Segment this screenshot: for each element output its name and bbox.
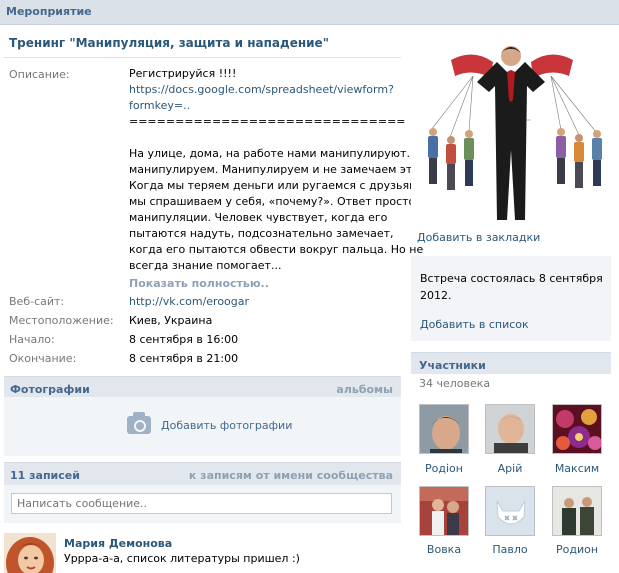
photos-title[interactable]: Фотографии [10, 383, 90, 396]
location-label: Местоположение: [9, 314, 114, 327]
description-line: Регистрируйся !!!! [129, 67, 237, 80]
location-value: Киев, Украина [129, 314, 213, 327]
event-status-box: Встреча состоялась 8 сентября 2012. Доба… [411, 256, 611, 341]
website-label: Веб-сайт: [9, 295, 65, 308]
avatar[interactable] [4, 533, 56, 573]
start-label: Начало: [9, 333, 55, 346]
add-to-list-link[interactable]: Добавить в список [420, 318, 529, 331]
description-line [129, 130, 391, 146]
end-value: 8 сентября в 21:00 [129, 352, 239, 365]
end-label: Окончание: [9, 352, 77, 365]
website-link[interactable]: http://vk.com/eroogar [129, 295, 249, 308]
members-title[interactable]: Участники [419, 359, 486, 372]
photos-area: Добавить фотографии [4, 397, 401, 456]
description-line: Когда мы теряем деньги или ругаемся с др… [129, 179, 429, 192]
albums-link[interactable]: альбомы [336, 383, 393, 396]
member-avatar[interactable] [485, 486, 535, 536]
description-line: На улице, дома, на работе нами манипулир… [129, 147, 432, 160]
add-bookmark-link[interactable]: Добавить в закладки [417, 231, 540, 244]
add-photos-link[interactable]: Добавить фотографии [161, 419, 292, 432]
divider [4, 57, 401, 58]
member-avatar[interactable] [485, 404, 535, 454]
description-line: манипулируем. Манипулируем и не замечаем… [129, 163, 436, 176]
event-title: Тренинг "Манипуляция, защита и нападение… [9, 36, 329, 50]
post-author[interactable]: Мария Демонова [64, 537, 172, 550]
community-posts-link[interactable]: к записям от имени сообщества [189, 469, 393, 482]
member-name[interactable]: Арій [482, 462, 538, 475]
start-value: 8 сентября в 16:00 [129, 333, 239, 346]
member-name[interactable]: Павло [482, 543, 538, 556]
event-status-line: 2012. [420, 289, 452, 302]
post-text: Урррa-a-a, список литературы пришел :) [64, 552, 300, 565]
member-avatar[interactable] [419, 486, 469, 536]
member-avatar[interactable] [552, 404, 602, 454]
event-description: Регистрируйся !!!! https://docs.google.c… [129, 66, 436, 274]
member-name[interactable]: Вовка [416, 543, 472, 556]
description-line: манипуляции. Человек чувствует, когда ег… [129, 211, 388, 224]
registration-link[interactable]: https://docs.google.com/spreadsheet/view… [129, 82, 394, 98]
members-header: Участники [411, 352, 611, 374]
show-more-link[interactable]: Показать полностью.. [129, 277, 269, 290]
wall-header: 11 записей к записям от имени сообщества [4, 462, 401, 485]
event-status: Встреча состоялась 8 сентября 2012. [420, 270, 603, 304]
registration-link-cont[interactable]: formkey=.. [129, 98, 391, 114]
member-avatar[interactable] [419, 404, 469, 454]
event-poster[interactable] [411, 40, 611, 230]
member-name[interactable]: Родіон [416, 462, 472, 475]
wall-message-input[interactable] [11, 493, 392, 514]
description-line: мы спрашиваем у себя, «почему?». Ответ п… [129, 195, 432, 208]
description-line: пытаются надуть, подсознательно замечает… [129, 227, 394, 240]
section-title: Мероприятие [6, 5, 92, 18]
description-line: ============================== [129, 115, 406, 128]
description-line: когда его пытаются обвести вокруг пальца… [129, 243, 424, 256]
description-line: всегда знание помогает... [129, 259, 282, 272]
event-status-line: Встреча состоялась 8 сентября [420, 272, 603, 285]
section-header: Мероприятие [0, 0, 619, 25]
wall-count[interactable]: 11 записей [10, 469, 80, 482]
members-count: 34 человека [419, 377, 491, 390]
member-avatar[interactable] [552, 486, 602, 536]
photos-header: Фотографии альбомы [4, 376, 401, 398]
description-label: Описание: [9, 68, 70, 81]
member-name[interactable]: Максим [549, 462, 605, 475]
member-name[interactable]: Родион [549, 543, 605, 556]
camera-icon[interactable] [127, 412, 151, 434]
wall-compose [4, 485, 401, 523]
